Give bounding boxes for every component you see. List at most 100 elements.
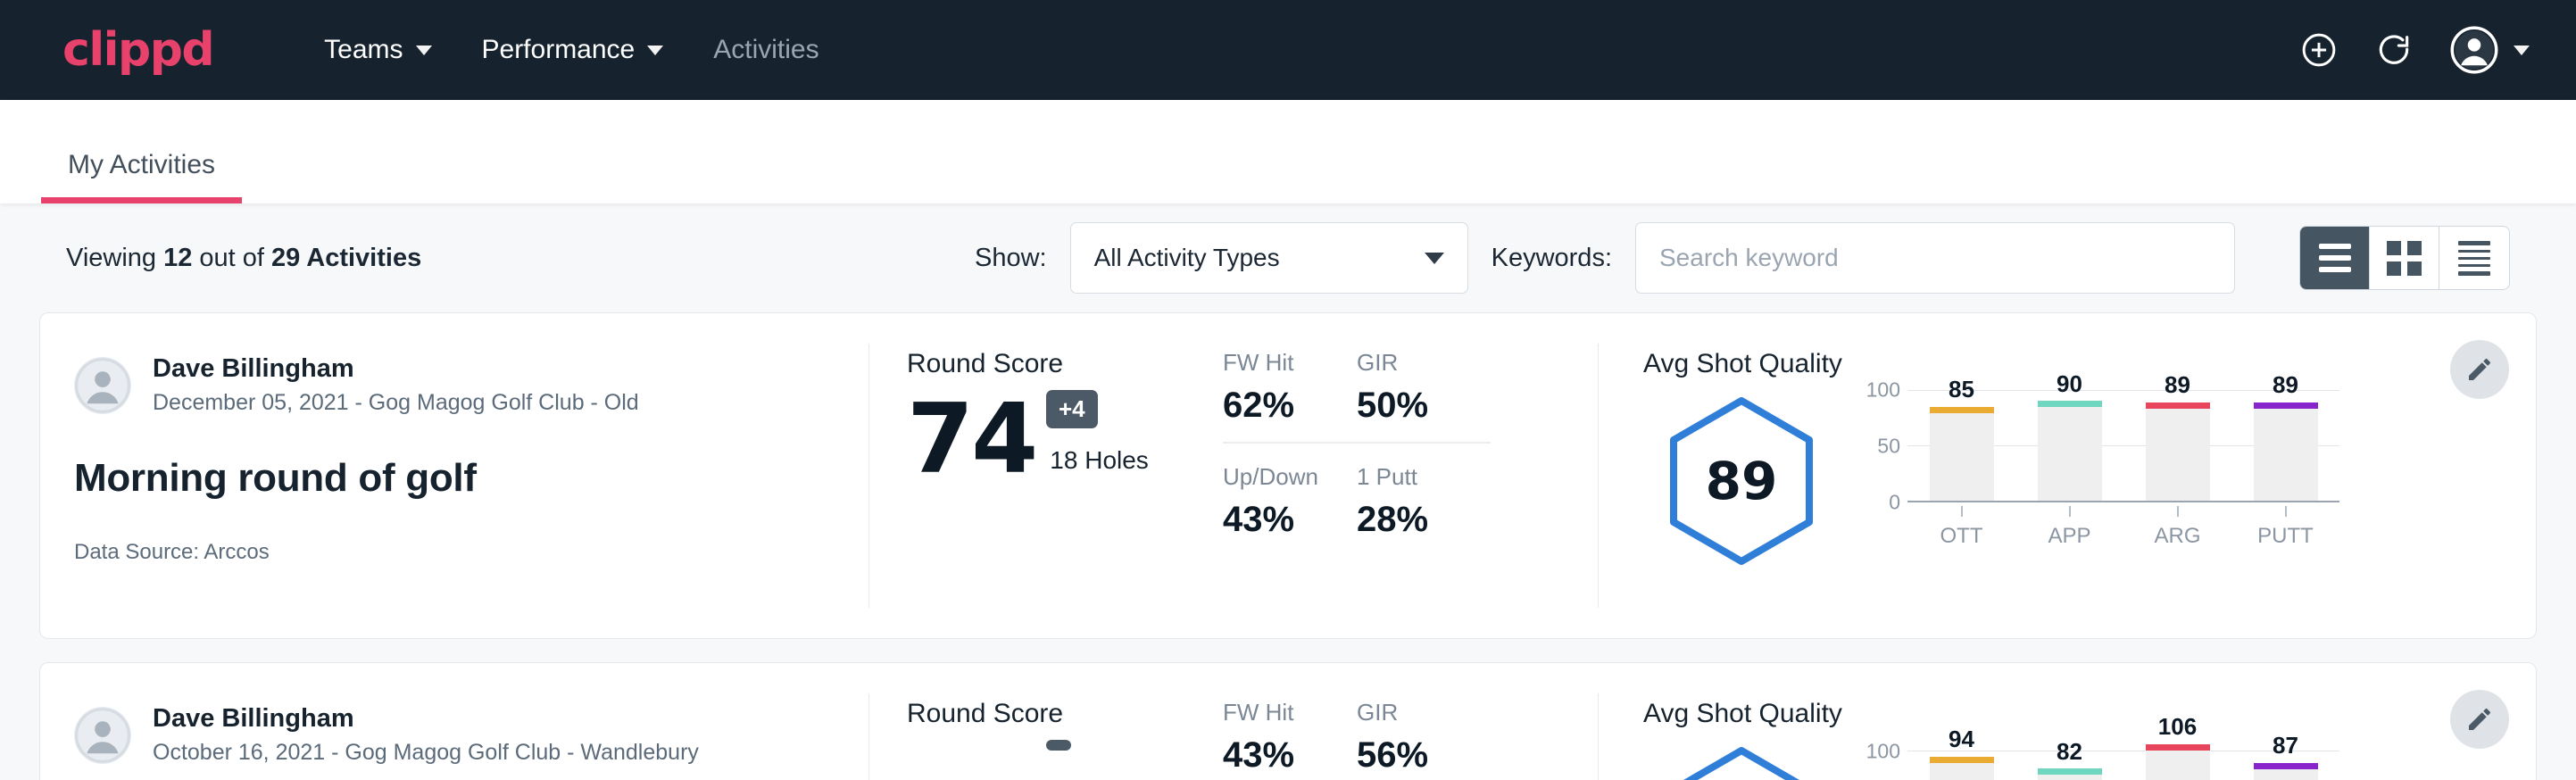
avatar	[74, 357, 131, 414]
nav-item-activities-label: Activities	[713, 35, 819, 65]
bar-ott-cap	[1930, 407, 1994, 413]
activity-card[interactable]: Dave Billingham October 16, 2021 - Gog M…	[39, 662, 2537, 780]
keywords-label: Keywords:	[1492, 244, 1612, 273]
app-logo[interactable]: clippd	[62, 27, 213, 73]
bar-app-body	[2038, 768, 2102, 780]
nav-item-performance-label: Performance	[482, 35, 636, 65]
bar-app-cap	[2038, 768, 2102, 775]
avg-shot-quality-column: Avg Shot Quality 89 100 50	[1599, 313, 2536, 638]
bar-putt: 87	[2254, 740, 2318, 780]
chevron-down-icon	[2514, 46, 2530, 55]
tab-my-activities[interactable]: My Activities	[41, 150, 242, 203]
avg-shot-quality-body: 100 50 0 94	[1643, 734, 2536, 780]
nav-item-activities[interactable]: Activities	[688, 26, 843, 74]
activity-meta: October 16, 2021 - Gog Magog Golf Club -…	[153, 738, 699, 768]
bar-putt-body	[2254, 402, 2318, 501]
x-tick-ott: OTT	[1930, 506, 1994, 549]
bar-putt-cap	[2254, 402, 2318, 409]
bar-putt-body	[2254, 763, 2318, 780]
stat-gir: GIR 50%	[1357, 349, 1491, 444]
x-tick-app: APP	[2038, 506, 2102, 549]
stat-gir-label: GIR	[1357, 349, 1491, 377]
stat-fw-hit-value: 43%	[1223, 735, 1357, 776]
main-nav-links: Teams Performance Activities	[299, 26, 843, 74]
viewing-mid: out of	[192, 244, 271, 272]
compact-view-button[interactable]	[2439, 227, 2509, 289]
bar-ott-body	[1930, 407, 1994, 501]
avg-shot-quality-label: Avg Shot Quality	[1643, 699, 2536, 729]
bar-app: 90	[2038, 390, 2102, 501]
quality-hexagon	[1643, 734, 1840, 780]
bar-ott: 94	[1930, 740, 1994, 780]
chart-x-axis: OTT APP ARG PUTT	[1856, 506, 2339, 549]
bar-app-value: 82	[2038, 738, 2102, 766]
chart-y-axis: 100 50 0	[1856, 740, 1907, 780]
stat-fw-hit: FW Hit 62%	[1223, 349, 1357, 444]
nav-item-performance[interactable]: Performance	[457, 26, 689, 74]
search-input[interactable]	[1635, 222, 2235, 294]
bar-arg-cap	[2146, 744, 2210, 751]
round-score-label: Round Score	[907, 349, 1223, 379]
bar-putt-cap	[2254, 763, 2318, 769]
shot-quality-bar-chart: 100 50 0 94	[1840, 734, 2339, 780]
bar-app-body	[2038, 401, 2102, 501]
edit-activity-button[interactable]	[2450, 690, 2509, 749]
viewing-count: 12	[163, 244, 192, 272]
grid-view-button[interactable]	[2370, 227, 2439, 289]
account-circle-icon	[74, 707, 131, 764]
chevron-down-icon	[1425, 253, 1444, 264]
activity-title: Morning round of golf	[74, 456, 824, 501]
avg-shot-quality-column: Avg Shot Quality 100 50	[1599, 663, 2536, 780]
round-score-label: Round Score	[907, 699, 1223, 729]
edit-activity-button[interactable]	[2450, 340, 2509, 399]
avatar	[74, 707, 131, 764]
data-source-label: Data Source: Arccos	[74, 540, 824, 565]
chart-plot-area: 85 90	[1907, 390, 2339, 502]
activity-card[interactable]: Dave Billingham December 05, 2021 - Gog …	[39, 312, 2537, 639]
round-score-row	[907, 745, 1223, 754]
bar-arg: 89	[2146, 390, 2210, 501]
refresh-icon[interactable]	[2374, 30, 2414, 70]
activity-type-select[interactable]: All Activity Types	[1070, 222, 1468, 294]
nav-item-teams[interactable]: Teams	[299, 26, 456, 74]
chevron-down-icon	[647, 46, 663, 55]
bar-ott: 85	[1930, 390, 1994, 501]
stat-up-down: Up/Down 43%	[1223, 463, 1357, 556]
x-tick-arg-label: ARG	[2154, 524, 2200, 548]
filter-controls: Show: All Activity Types Keywords:	[975, 222, 2510, 294]
round-score-value: 74	[907, 395, 1035, 484]
bar-ott-value: 85	[1930, 376, 1994, 403]
chart-bars: 85 90	[1907, 390, 2339, 501]
list-view-button[interactable]	[2300, 227, 2370, 289]
bar-ott-body	[1930, 757, 1994, 780]
stats-column: FW Hit 43% GIR 56%	[1223, 663, 1598, 780]
bar-ott-value: 94	[1930, 726, 1994, 753]
y-tick-0: 0	[1889, 491, 1900, 515]
stats-grid: FW Hit 43% GIR 56%	[1223, 699, 1598, 780]
x-tick-app-label: APP	[2048, 524, 2090, 548]
bar-arg: 106	[2146, 740, 2210, 780]
filter-toolbar: Viewing 12 out of 29 Activities Show: Al…	[39, 203, 2537, 312]
avg-shot-quality-value: 89	[1663, 394, 1820, 568]
view-mode-toggle	[2299, 226, 2510, 290]
stat-fw-hit-label: FW Hit	[1223, 349, 1357, 377]
player-header: Dave Billingham December 05, 2021 - Gog …	[74, 353, 824, 419]
grid-view-icon	[2387, 241, 2422, 276]
avg-shot-quality-value	[1663, 743, 1820, 780]
activity-meta: December 05, 2021 - Gog Magog Golf Club …	[153, 388, 639, 419]
bar-putt-value: 87	[2254, 732, 2318, 759]
bar-arg-value: 106	[2146, 713, 2210, 741]
bar-app-cap	[2038, 401, 2102, 407]
account-menu[interactable]	[2449, 25, 2530, 75]
stat-gir: GIR 56%	[1357, 699, 1491, 780]
plus-circle-icon[interactable]	[2299, 30, 2339, 70]
stat-fw-hit-label: FW Hit	[1223, 699, 1357, 726]
round-score-column: Round Score 74 +4 18 Holes	[869, 313, 1223, 638]
stat-fw-hit: FW Hit 43%	[1223, 699, 1357, 780]
viewing-count-text: Viewing 12 out of 29 Activities	[66, 244, 421, 273]
pencil-icon	[2465, 705, 2494, 734]
player-identity: Dave Billingham October 16, 2021 - Gog M…	[153, 702, 699, 768]
stat-1-putt-value: 28%	[1357, 500, 1491, 540]
bar-app: 82	[2038, 740, 2102, 780]
nav-item-teams-label: Teams	[324, 35, 403, 65]
